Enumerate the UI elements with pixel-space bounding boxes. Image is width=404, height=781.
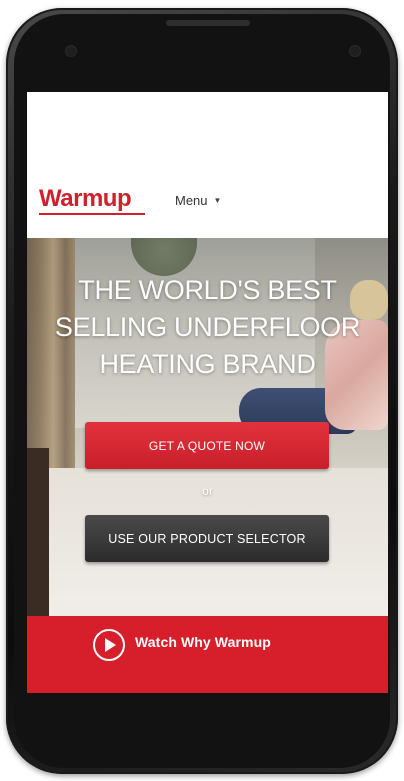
hero-title-line: THE WORLD'S BEST [78,275,337,305]
product-selector-button[interactable]: USE OUR PRODUCT SELECTOR [85,515,329,562]
phone-sensor [66,46,76,56]
or-separator: or [202,484,213,498]
play-circle-icon[interactable] [93,629,125,661]
phone-screen: Warmup Menu ▼ THE WORLD'S BEST SELLING U… [27,92,388,693]
phone-camera [350,46,360,56]
hero-title-line: HEATING BRAND [99,349,316,379]
warmup-logo[interactable]: Warmup [39,185,132,213]
hero-chair [27,448,49,616]
phone-speaker [166,20,250,26]
chevron-down-icon: ▼ [213,196,222,205]
hero-title: THE WORLD'S BEST SELLING UNDERFLOOR HEAT… [27,272,388,383]
hero-title-line: SELLING UNDERFLOOR [54,312,361,342]
get-quote-button[interactable]: GET A QUOTE NOW [85,422,329,469]
menu-label: Menu [175,193,208,208]
watch-video-bar[interactable]: Watch Why Warmup [27,616,388,693]
watch-video-label[interactable]: Watch Why Warmup [135,634,271,650]
logo-underline [39,213,145,215]
play-icon [105,638,116,652]
site-header: Warmup Menu ▼ [27,92,388,238]
hero-banner: THE WORLD'S BEST SELLING UNDERFLOOR HEAT… [27,238,388,616]
menu-toggle[interactable]: Menu ▼ [175,193,221,208]
